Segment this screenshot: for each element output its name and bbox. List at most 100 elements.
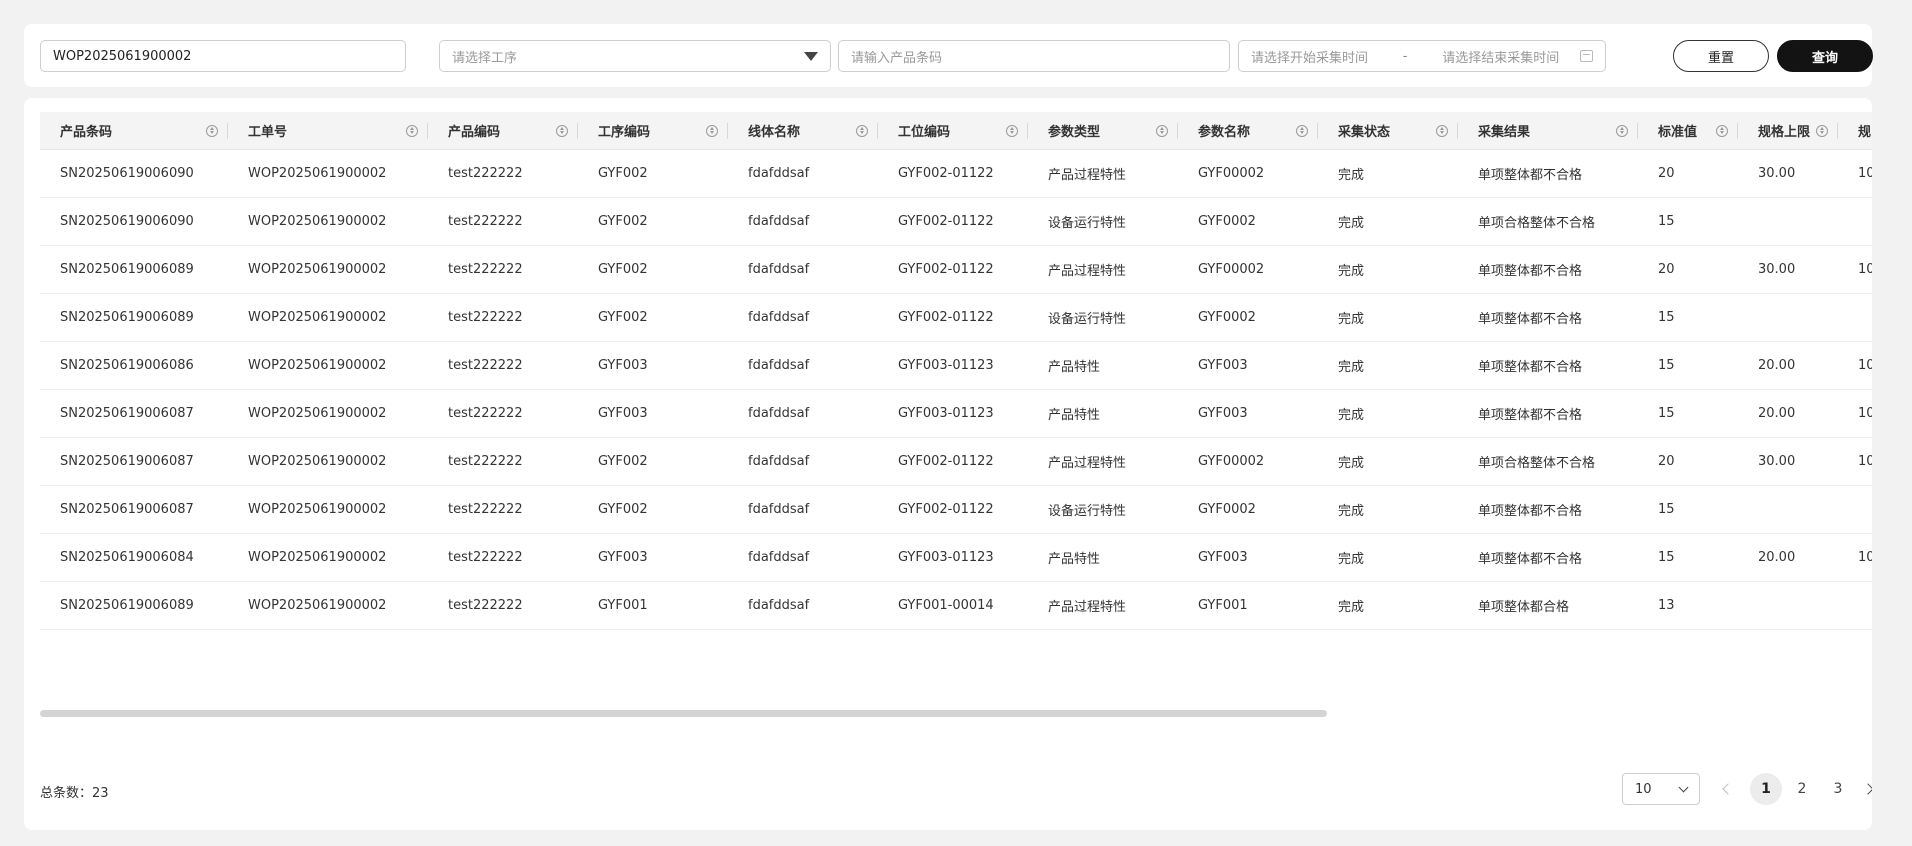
next-page-button[interactable] (1858, 773, 1872, 805)
data-table: 产品条码 工单号 产品编码 工序编码 线体名称 工位编码 参数类型 参数名称 采集状态 采集结果 标… (40, 112, 1872, 630)
chevron-right-icon (1862, 783, 1872, 795)
table-cell: 20 (1658, 262, 1675, 277)
table-cell: 单项合格整体不合格 (1478, 456, 1596, 471)
horizontal-scrollbar[interactable] (40, 710, 1327, 717)
column-header-label: 标准值 (1658, 125, 1698, 140)
table-row[interactable]: SN20250619006087 WOP2025061900002 test2222… (40, 390, 1872, 438)
table-cell: 单项合格整体不合格 (1478, 216, 1596, 231)
table-cell: GYF003 (598, 550, 648, 565)
table-cell: fdafddsaf (748, 262, 810, 277)
table-cell: 15 (1658, 310, 1675, 325)
table-row[interactable]: SN20250619006090 WOP2025061900002 test2222… (40, 150, 1872, 198)
end-time-placeholder[interactable]: 请选择结束采集时间 (1442, 47, 1559, 66)
table-cell: GYF003-01123 (898, 406, 994, 421)
table-cell: SN20250619006084 (60, 550, 194, 565)
column-header[interactable]: 规 (1838, 112, 1872, 149)
table-cell: GYF00002 (1198, 454, 1265, 469)
sort-icon[interactable] (206, 124, 218, 137)
column-header[interactable]: 参数类型 (1028, 112, 1178, 149)
table-cell: test222222 (448, 550, 523, 565)
table-cell: WOP2025061900002 (248, 358, 387, 373)
column-header[interactable]: 规格上限 (1738, 112, 1838, 149)
table-row[interactable]: SN20250619006086 WOP2025061900002 test2222… (40, 342, 1872, 390)
page-button-1[interactable]: 1 (1750, 773, 1782, 805)
table-cell: 完成 (1338, 216, 1365, 231)
table-cell: 30.00 (1758, 166, 1796, 181)
table-cell: GYF002-01122 (898, 502, 994, 517)
table-row[interactable]: SN20250619006084 WOP2025061900002 test2222… (40, 534, 1872, 582)
column-header-label: 产品条码 (60, 125, 113, 140)
column-header[interactable]: 产品条码 (40, 112, 228, 149)
table-cell: SN20250619006090 (60, 214, 194, 229)
table-cell: 10 (1858, 166, 1872, 181)
table-cell: fdafddsaf (748, 598, 810, 613)
table-cell: 产品特性 (1048, 552, 1101, 567)
table-cell: GYF001-00014 (898, 598, 994, 613)
sort-icon[interactable] (856, 124, 868, 137)
table-cell: 完成 (1338, 600, 1365, 615)
start-time-placeholder[interactable]: 请选择开始采集时间 (1251, 47, 1368, 66)
table-cell: GYF003 (598, 358, 648, 373)
table-row[interactable]: SN20250619006090 WOP2025061900002 test2222… (40, 198, 1872, 246)
table-cell: GYF002 (598, 166, 648, 181)
barcode-input[interactable]: 请输入产品条码 (838, 40, 1230, 72)
table-row[interactable]: SN20250619006089 WOP2025061900002 test2222… (40, 582, 1872, 630)
page-button-2[interactable]: 2 (1786, 773, 1818, 805)
table-cell: 15 (1658, 502, 1675, 517)
table-row[interactable]: SN20250619006089 WOP2025061900002 test2222… (40, 294, 1872, 342)
column-header[interactable]: 线体名称 (728, 112, 878, 149)
table-row[interactable]: SN20250619006089 WOP2025061900002 test2222… (40, 246, 1872, 294)
table-cell: GYF002-01122 (898, 454, 994, 469)
table-cell: SN20250619006089 (60, 598, 194, 613)
table-cell: test222222 (448, 454, 523, 469)
table-cell: 15 (1658, 550, 1675, 565)
query-button[interactable]: 查询 (1777, 40, 1873, 72)
work-order-input[interactable]: WOP2025061900002 (40, 40, 406, 72)
page-button-3[interactable]: 3 (1822, 773, 1854, 805)
table-cell: WOP2025061900002 (248, 550, 387, 565)
column-header[interactable]: 采集状态 (1318, 112, 1458, 149)
page-size-select[interactable]: 10 (1622, 773, 1700, 805)
prev-page-button[interactable] (1714, 773, 1742, 805)
table-cell: 10 (1858, 262, 1872, 277)
sort-icon[interactable] (1816, 124, 1828, 137)
sort-icon[interactable] (1296, 124, 1308, 137)
column-header[interactable]: 产品编码 (428, 112, 578, 149)
table-cell: GYF002 (598, 214, 648, 229)
table-row[interactable]: SN20250619006087 WOP2025061900002 test2222… (40, 486, 1872, 534)
sort-icon[interactable] (406, 124, 418, 137)
process-select[interactable]: 请选择工序 (439, 40, 831, 72)
table-cell: fdafddsaf (748, 550, 810, 565)
date-range-picker[interactable]: 请选择开始采集时间 - 请选择结束采集时间 (1238, 40, 1606, 72)
sort-icon[interactable] (1156, 124, 1168, 137)
table-cell: GYF002-01122 (898, 166, 994, 181)
table-cell: GYF002 (598, 454, 648, 469)
table-cell: 产品特性 (1048, 408, 1101, 423)
table-cell: SN20250619006086 (60, 358, 194, 373)
table-cell: 完成 (1338, 456, 1365, 471)
table-row[interactable]: SN20250619006087 WOP2025061900002 test2222… (40, 438, 1872, 486)
column-header[interactable]: 标准值 (1638, 112, 1738, 149)
column-header[interactable]: 采集结果 (1458, 112, 1638, 149)
table-cell: 20 (1658, 166, 1675, 181)
sort-icon[interactable] (706, 124, 718, 137)
column-header[interactable]: 工序编码 (578, 112, 728, 149)
column-header[interactable]: 参数名称 (1178, 112, 1318, 149)
reset-button[interactable]: 重置 (1673, 40, 1769, 72)
sort-icon[interactable] (1616, 124, 1628, 137)
table-cell: 完成 (1338, 552, 1365, 567)
column-header[interactable]: 工位编码 (878, 112, 1028, 149)
table-cell: WOP2025061900002 (248, 166, 387, 181)
table-cell: 10 (1858, 358, 1872, 373)
sort-icon[interactable] (1436, 124, 1448, 137)
column-header[interactable]: 工单号 (228, 112, 428, 149)
sort-icon[interactable] (556, 124, 568, 137)
table-cell: SN20250619006087 (60, 454, 194, 469)
table-cell: 设备运行特性 (1048, 312, 1127, 327)
work-order-value: WOP2025061900002 (53, 48, 192, 64)
table-cell: GYF002 (598, 310, 648, 325)
sort-icon[interactable] (1716, 124, 1728, 137)
total-count: 总条数：23 (40, 786, 109, 801)
table-cell: 产品过程特性 (1048, 456, 1127, 471)
sort-icon[interactable] (1006, 124, 1018, 137)
